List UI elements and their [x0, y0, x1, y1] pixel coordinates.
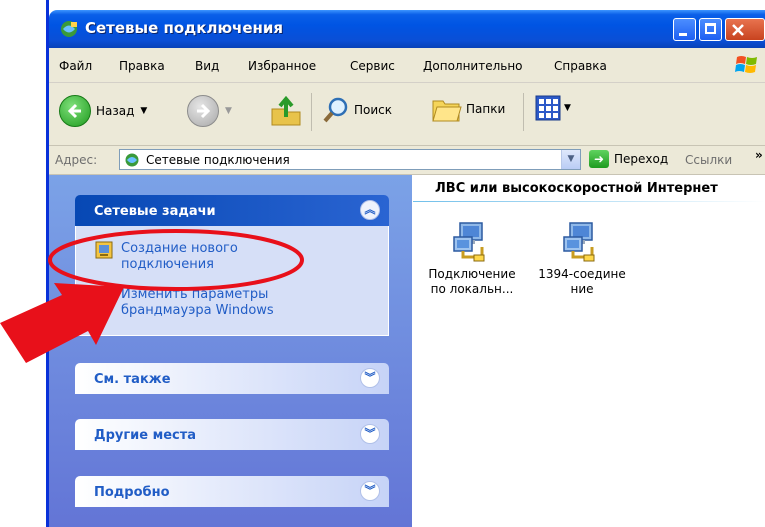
views-icon — [535, 95, 561, 121]
windows-logo-icon — [735, 56, 757, 73]
red-arrow-icon — [0, 283, 124, 363]
go-icon: ➜ — [589, 150, 609, 168]
expand-icon[interactable]: ︾ — [360, 368, 380, 388]
menu-advanced[interactable]: Дополнительно — [423, 59, 523, 73]
forward-button[interactable]: ▼ — [187, 95, 232, 127]
local-connection-item[interactable]: Подключение по локальн... — [417, 219, 527, 297]
title-bar[interactable]: Сетевые подключения — [49, 10, 765, 48]
address-value: Сетевые подключения — [146, 153, 290, 167]
links-button[interactable]: Ссылки — [685, 153, 732, 167]
links-chevron[interactable]: » — [755, 148, 763, 162]
network-tasks-header[interactable]: Сетевые задачи ︽ — [75, 195, 389, 226]
toolbar-separator — [523, 93, 524, 131]
search-label: Поиск — [354, 103, 393, 117]
toolbar-separator — [311, 93, 312, 131]
other-places-header[interactable]: Другие места ︾ — [75, 419, 389, 450]
address-input[interactable]: Сетевые подключения ▼ — [119, 149, 581, 170]
group-header: ЛВС или высокоскоростной Интернет — [435, 181, 718, 196]
other-places-title: Другие места — [94, 428, 197, 443]
back-icon — [59, 95, 91, 127]
maximize-button[interactable] — [699, 18, 722, 41]
go-label: Переход — [614, 152, 669, 166]
forward-dropdown-icon[interactable]: ▼ — [225, 106, 232, 116]
forward-icon — [187, 95, 219, 127]
network-tasks-title: Сетевые задачи — [94, 204, 216, 219]
details-header[interactable]: Подробно ︾ — [75, 476, 389, 507]
views-dropdown-icon[interactable]: ▼ — [564, 103, 571, 113]
group-divider — [413, 201, 765, 202]
menu-favorites[interactable]: Избранное — [248, 59, 316, 73]
firewire-connection-item[interactable]: 1394-соедине ние — [527, 219, 637, 297]
back-button[interactable]: Назад ▼ — [59, 95, 147, 127]
close-icon — [732, 24, 744, 36]
menu-bar: Файл Правка Вид Избранное Сервис Дополни… — [49, 48, 765, 83]
menu-view[interactable]: Вид — [195, 59, 219, 73]
expand-icon[interactable]: ︾ — [360, 424, 380, 444]
content-pane: ЛВС или высокоскоростной Интернет Подклю… — [413, 175, 765, 527]
folders-label: Папки — [466, 102, 506, 116]
back-label: Назад — [96, 104, 135, 118]
address-bar: Адрес: Сетевые подключения ▼ ➜ Переход С… — [49, 146, 765, 175]
menu-edit[interactable]: Правка — [119, 59, 165, 73]
network-connections-icon — [61, 21, 77, 37]
collapse-icon[interactable]: ︽ — [360, 200, 380, 220]
network-connection-icon — [563, 222, 595, 262]
expand-icon[interactable]: ︾ — [360, 481, 380, 501]
menu-file[interactable]: Файл — [59, 59, 92, 73]
search-button[interactable]: Поиск — [321, 95, 392, 125]
back-dropdown-icon[interactable]: ▼ — [140, 106, 147, 116]
address-label: Адрес: — [55, 153, 98, 167]
folders-button[interactable]: Папки — [431, 95, 505, 123]
minimize-button[interactable] — [673, 18, 696, 41]
details-title: Подробно — [94, 485, 170, 500]
address-dropdown-icon[interactable]: ▼ — [561, 150, 580, 169]
local-connection-label: Подключение по локальн... — [428, 267, 516, 296]
firewire-connection-label: 1394-соедине ние — [538, 267, 626, 296]
up-folder-icon — [271, 95, 301, 126]
menu-help[interactable]: Справка — [554, 59, 607, 73]
window-title: Сетевые подключения — [85, 19, 284, 37]
views-button[interactable]: ▼ — [535, 95, 571, 121]
network-connection-icon — [453, 222, 485, 262]
up-button[interactable] — [270, 95, 302, 127]
go-button[interactable]: ➜ Переход — [589, 150, 668, 168]
network-connections-icon — [125, 153, 139, 167]
search-icon — [323, 97, 348, 123]
folders-icon — [432, 100, 462, 122]
close-button[interactable] — [725, 18, 765, 41]
toolbar: Назад ▼ ▼ Поиск Папки ▼ — [49, 83, 765, 146]
menu-tools[interactable]: Сервис — [350, 59, 395, 73]
